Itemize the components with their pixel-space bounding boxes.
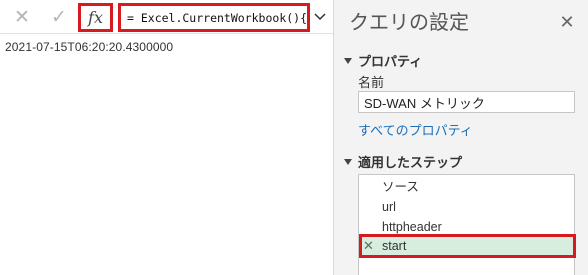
step-url[interactable]: url <box>359 197 574 217</box>
commit-icon[interactable]: ✓ <box>46 4 72 30</box>
cancel-icon[interactable]: ✕ <box>9 4 35 30</box>
name-label: 名前 <box>358 75 385 90</box>
all-properties-link[interactable]: すべてのプロパティ <box>358 120 473 139</box>
selected-step-highlight <box>359 234 576 258</box>
result-value[interactable]: 2021-07-15T06:20:20.4300000 <box>5 40 173 54</box>
collapse-triangle-icon <box>344 158 352 165</box>
preview-area: ✕ ✓ fx = Excel.CurrentWorkbook(){ 2021-0… <box>0 0 333 275</box>
query-name-input[interactable] <box>358 91 575 113</box>
step-source[interactable]: ソース <box>359 177 574 197</box>
applied-steps-heading: 適用したステップ <box>358 155 463 170</box>
close-icon[interactable]: ✕ <box>558 13 576 31</box>
chevron-down-icon[interactable] <box>311 6 329 28</box>
formula-text: = Excel.CurrentWorkbook(){ <box>127 10 308 25</box>
collapse-triangle-icon <box>344 57 352 64</box>
fx-icon: fx <box>88 8 103 27</box>
query-settings-pane: クエリの設定 ✕ プロパティ 名前 すべてのプロパティ 適用したステップ ソース… <box>333 0 588 275</box>
applied-steps-section-header[interactable]: 適用したステップ <box>344 152 462 171</box>
properties-heading: プロパティ <box>358 54 423 69</box>
insert-function-button[interactable]: fx <box>78 3 113 32</box>
properties-section-header[interactable]: プロパティ <box>344 51 422 70</box>
pane-title: クエリの設定 <box>349 12 469 34</box>
formula-bar: ✕ ✓ fx = Excel.CurrentWorkbook(){ <box>0 0 333 34</box>
formula-input[interactable]: = Excel.CurrentWorkbook(){ <box>118 3 310 32</box>
applied-steps-list: ソース url httpheader ✕ start <box>358 174 576 275</box>
